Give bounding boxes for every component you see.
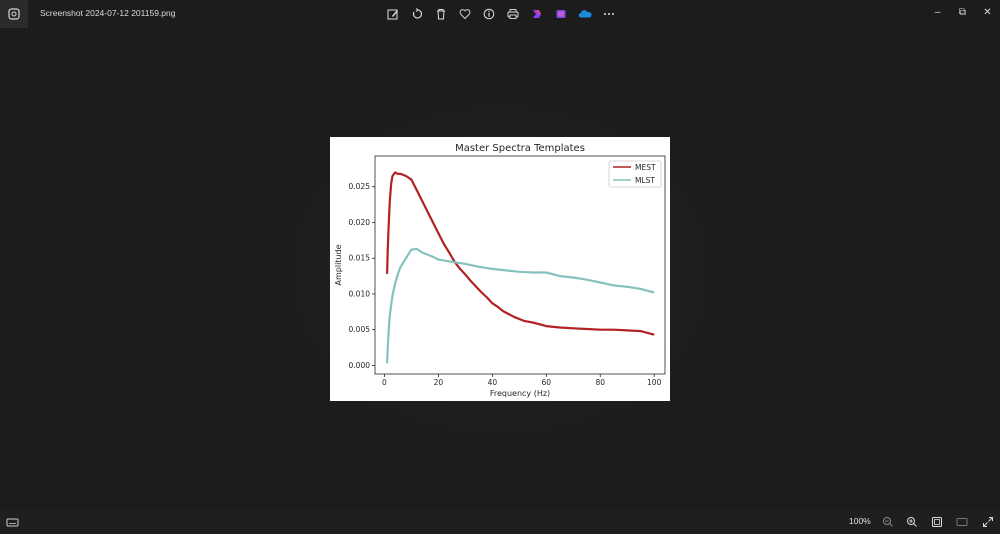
displayed-image: Master Spectra Templates 0.000 0.005 0.010…	[330, 137, 670, 401]
legend: MEST MLST	[608, 160, 662, 188]
print-icon[interactable]	[504, 5, 522, 23]
slideshow-icon[interactable]	[955, 515, 969, 529]
onedrive-icon[interactable]	[576, 5, 594, 23]
y-tick-label: 0.020	[349, 218, 371, 227]
x-tick-label: 100	[647, 378, 662, 387]
x-tick-label: 80	[595, 378, 605, 387]
filmstrip-icon[interactable]	[6, 516, 20, 528]
y-axis-label: Amplitude	[334, 244, 343, 285]
y-tick-label: 0.000	[349, 361, 371, 370]
title-bar: Screenshot 2024-07-12 201159.png – ⧉ ✕	[0, 0, 1000, 28]
more-icon[interactable]	[600, 5, 618, 23]
plot-area	[374, 155, 666, 375]
window-controls: – ⧉ ✕	[925, 0, 1000, 24]
viewer-toolbar	[384, 5, 618, 23]
x-tick-label: 0	[382, 378, 387, 387]
zoom-level[interactable]: 100%	[849, 516, 871, 526]
clipchamp-icon[interactable]	[528, 5, 546, 23]
spectra-chart: Master Spectra Templates 0.000 0.005 0.010…	[334, 143, 666, 398]
zoom-in-icon[interactable]	[905, 515, 919, 529]
x-tick-label: 60	[542, 378, 552, 387]
x-tick-label: 20	[434, 378, 444, 387]
rotate-icon[interactable]	[408, 5, 426, 23]
x-axis: 0 20 40 60 80 100	[382, 374, 662, 387]
full-screen-icon[interactable]	[981, 515, 995, 529]
x-axis-label: Frequency (Hz)	[490, 389, 550, 398]
maximize-button[interactable]: ⧉	[950, 0, 975, 24]
edit-image-icon[interactable]	[384, 5, 402, 23]
y-tick-label: 0.010	[349, 289, 371, 298]
file-name: Screenshot 2024-07-12 201159.png	[40, 8, 176, 18]
info-icon[interactable]	[480, 5, 498, 23]
delete-icon[interactable]	[432, 5, 450, 23]
zoom-out-icon[interactable]	[881, 515, 895, 529]
favorite-icon[interactable]	[456, 5, 474, 23]
photos-app-icon[interactable]	[0, 0, 28, 28]
designer-icon[interactable]	[552, 5, 570, 23]
x-tick-label: 40	[488, 378, 498, 387]
chart-title: Master Spectra Templates	[455, 143, 585, 154]
fit-to-window-icon[interactable]	[930, 515, 944, 529]
legend-label-mlst: MLST	[635, 176, 655, 185]
y-tick-label: 0.015	[349, 254, 371, 263]
y-axis: 0.000 0.005 0.010 0.015 0.020 0.025	[349, 182, 375, 370]
y-tick-label: 0.025	[349, 182, 371, 191]
bottom-bar: 100%	[0, 510, 1000, 534]
legend-label-mest: MEST	[635, 163, 656, 172]
minimize-button[interactable]: –	[925, 0, 950, 24]
y-tick-label: 0.005	[349, 325, 371, 334]
close-button[interactable]: ✕	[975, 0, 1000, 24]
